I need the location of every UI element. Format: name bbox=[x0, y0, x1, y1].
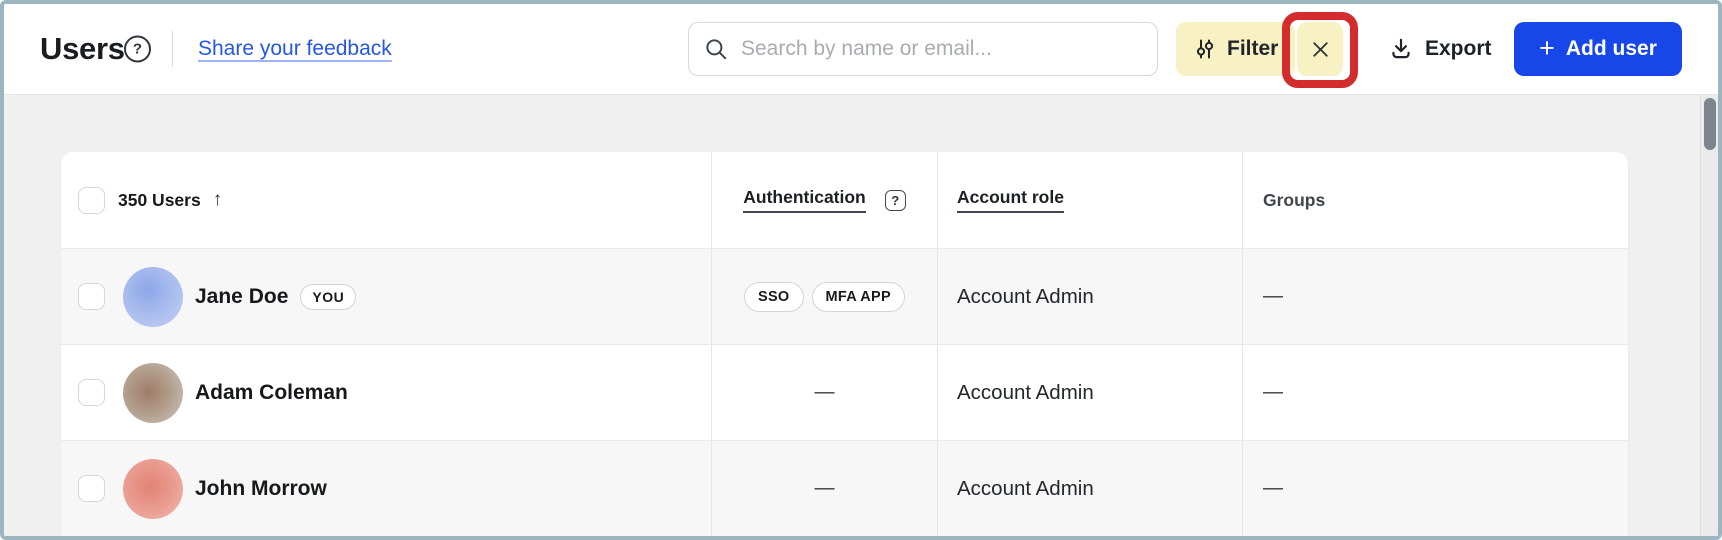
page-title: Users bbox=[40, 31, 125, 67]
filter-sliders-icon bbox=[1193, 37, 1217, 61]
table-row[interactable]: John Morrow — Account Admin — bbox=[61, 440, 1628, 536]
help-icon-glyph: ? bbox=[133, 41, 142, 58]
close-icon bbox=[1308, 37, 1333, 62]
page-header: Users ? Share your feedback bbox=[4, 4, 1718, 95]
main-content: 350 Users ↑ Authentication ? Account rol… bbox=[4, 95, 1718, 536]
groups-empty-value: — bbox=[1263, 477, 1283, 500]
add-user-button[interactable]: + Add user bbox=[1514, 22, 1682, 76]
scrollbar[interactable] bbox=[1700, 95, 1718, 536]
account-role-value: Account Admin bbox=[957, 477, 1094, 501]
account-role-column-label: Account role bbox=[957, 187, 1064, 213]
authentication-cell: SSO MFA APP bbox=[711, 249, 937, 344]
table-row[interactable]: Jane Doe YOU SSO MFA APP Account Admin — bbox=[61, 248, 1628, 344]
users-count-header-cell: 350 Users ↑ bbox=[61, 152, 711, 248]
you-badge: YOU bbox=[300, 284, 356, 310]
sort-ascending-icon[interactable]: ↑ bbox=[213, 189, 223, 211]
authentication-column-label: Authentication bbox=[743, 187, 866, 213]
export-button-label: Export bbox=[1425, 37, 1492, 61]
user-cell: John Morrow bbox=[61, 441, 711, 536]
groups-column-label: Groups bbox=[1263, 190, 1325, 211]
filter-button[interactable]: Filter bbox=[1176, 22, 1295, 76]
user-name: Jane Doe bbox=[195, 285, 288, 309]
groups-empty-value: — bbox=[1263, 285, 1283, 308]
avatar bbox=[123, 267, 183, 327]
authentication-cell: — bbox=[711, 345, 937, 440]
user-cell: Jane Doe YOU bbox=[61, 249, 711, 344]
user-cell: Adam Coleman bbox=[61, 345, 711, 440]
header-divider bbox=[172, 31, 173, 67]
authentication-empty-value: — bbox=[815, 477, 835, 500]
users-table: 350 Users ↑ Authentication ? Account rol… bbox=[61, 152, 1628, 536]
help-icon[interactable]: ? bbox=[124, 36, 151, 63]
sso-badge: SSO bbox=[744, 282, 804, 312]
groups-column-header: Groups bbox=[1242, 152, 1628, 248]
users-count-label[interactable]: 350 Users bbox=[118, 190, 201, 211]
account-role-cell: Account Admin bbox=[937, 249, 1242, 344]
users-page: Users ? Share your feedback bbox=[0, 0, 1722, 540]
groups-cell: — bbox=[1242, 345, 1628, 440]
user-name: Adam Coleman bbox=[195, 381, 348, 405]
export-button[interactable]: Export bbox=[1382, 22, 1498, 76]
scrollbar-thumb[interactable] bbox=[1704, 98, 1716, 150]
search-box[interactable] bbox=[688, 22, 1158, 76]
authentication-cell: — bbox=[711, 441, 937, 536]
groups-cell: — bbox=[1242, 249, 1628, 344]
avatar bbox=[123, 459, 183, 519]
search-icon bbox=[703, 36, 729, 62]
filter-button-label: Filter bbox=[1227, 37, 1278, 61]
mfa-app-badge: MFA APP bbox=[812, 282, 905, 312]
table-row[interactable]: Adam Coleman — Account Admin — bbox=[61, 344, 1628, 440]
search-input[interactable] bbox=[741, 37, 1143, 61]
plus-icon: + bbox=[1539, 35, 1555, 62]
authentication-column-header[interactable]: Authentication ? bbox=[711, 152, 937, 248]
account-role-column-header[interactable]: Account role bbox=[937, 152, 1242, 248]
user-name: John Morrow bbox=[195, 477, 327, 501]
account-role-cell: Account Admin bbox=[937, 345, 1242, 440]
groups-empty-value: — bbox=[1263, 381, 1283, 404]
table-header-row: 350 Users ↑ Authentication ? Account rol… bbox=[61, 152, 1628, 248]
account-role-value: Account Admin bbox=[957, 285, 1094, 309]
feedback-link[interactable]: Share your feedback bbox=[198, 37, 392, 61]
account-role-cell: Account Admin bbox=[937, 441, 1242, 536]
clear-filter-button[interactable] bbox=[1297, 22, 1343, 76]
add-user-button-label: Add user bbox=[1566, 37, 1657, 61]
select-all-checkbox[interactable] bbox=[78, 187, 105, 214]
account-role-value: Account Admin bbox=[957, 381, 1094, 405]
authentication-help-icon[interactable]: ? bbox=[885, 190, 906, 211]
groups-cell: — bbox=[1242, 441, 1628, 536]
download-icon bbox=[1388, 36, 1414, 62]
row-checkbox[interactable] bbox=[78, 379, 105, 406]
row-checkbox[interactable] bbox=[78, 475, 105, 502]
avatar bbox=[123, 363, 183, 423]
row-checkbox[interactable] bbox=[78, 283, 105, 310]
authentication-help-glyph: ? bbox=[891, 193, 899, 208]
authentication-empty-value: — bbox=[815, 381, 835, 404]
